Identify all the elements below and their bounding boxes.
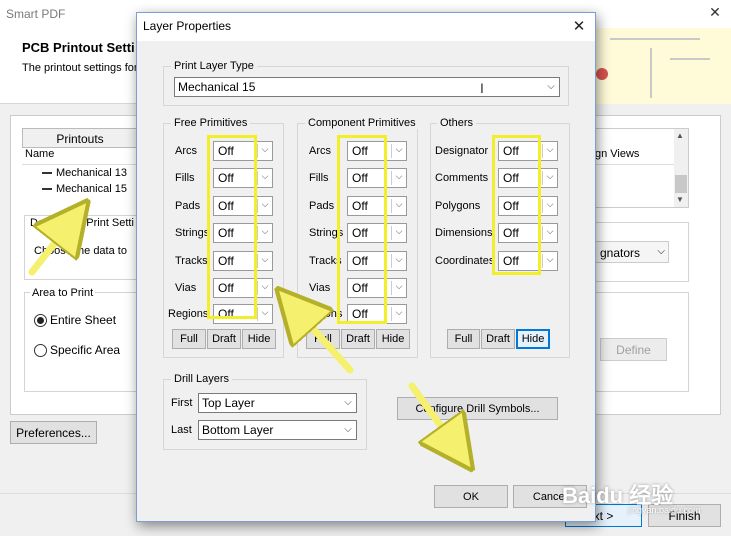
annotation-arrows [28, 0, 731, 536]
annotation-arrow [290, 303, 354, 374]
annotation-arrow [408, 382, 461, 454]
watermark-url: jingyan.baidu.com [628, 505, 701, 515]
annotation-arrow [28, 216, 76, 276]
